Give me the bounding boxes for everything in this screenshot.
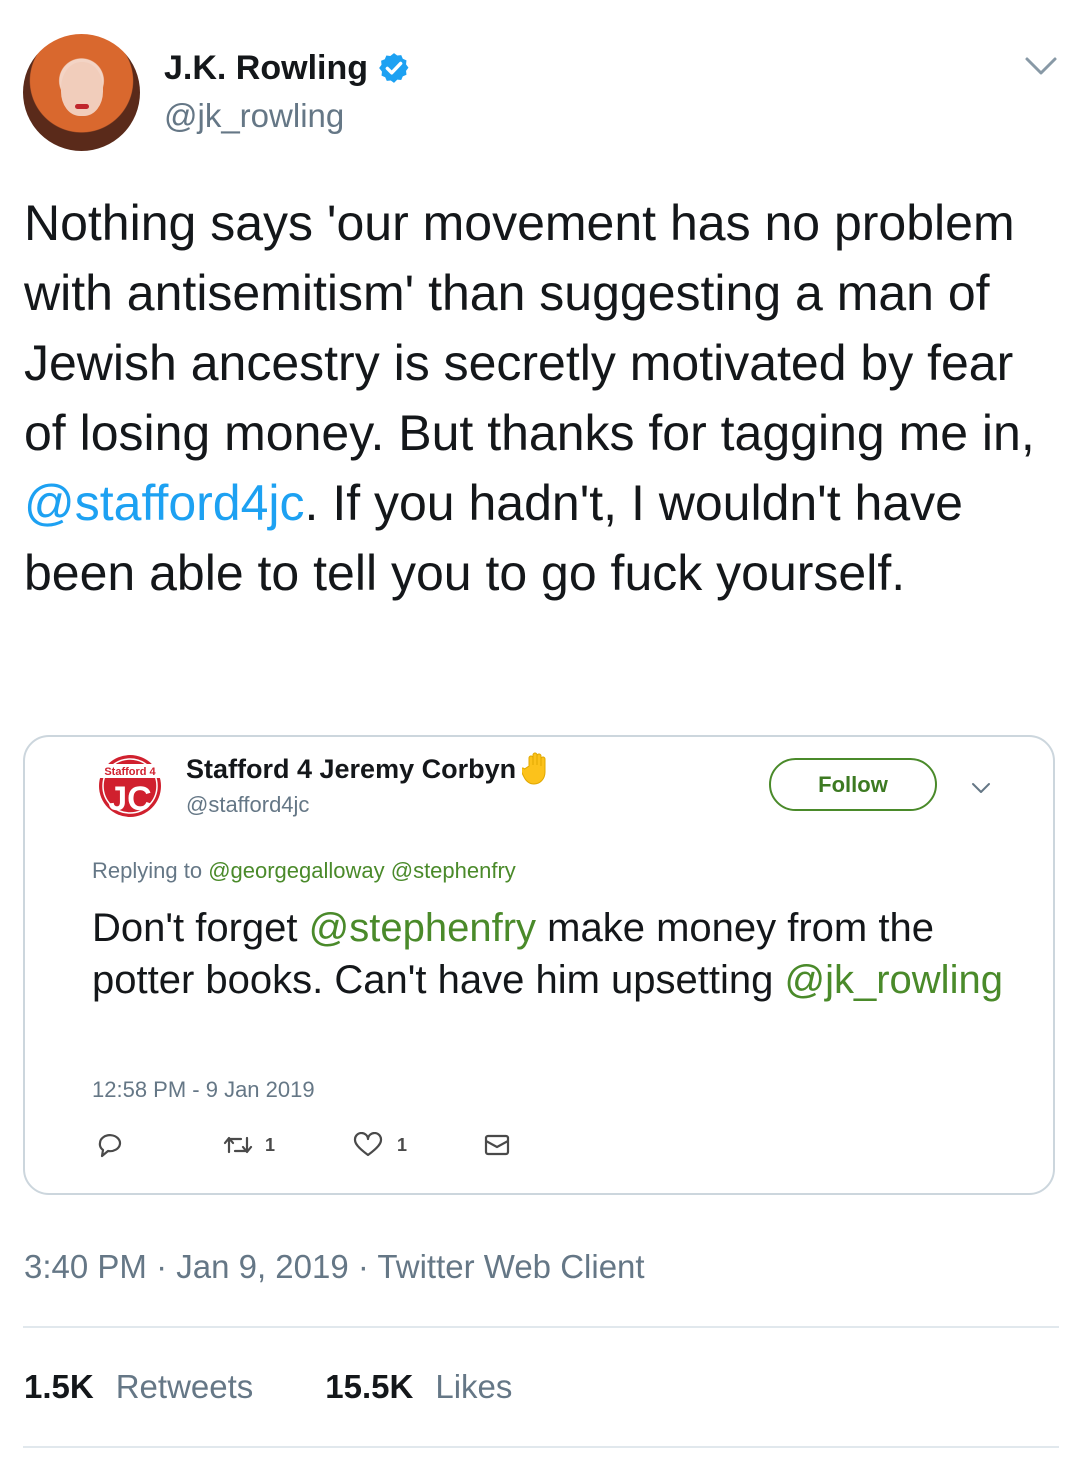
- retweets-count[interactable]: 1.5K: [24, 1367, 94, 1407]
- replying-to: Replying to @georgegalloway @stephenfry: [92, 858, 516, 884]
- author-handle[interactable]: @jk_rowling: [164, 96, 344, 136]
- raised-hand-emoji-icon: [522, 752, 546, 785]
- tweet-mention-link[interactable]: @stafford4jc: [24, 475, 305, 531]
- author-name-row: J.K. Rowling: [164, 47, 411, 89]
- embedded-retweet-action: 1: [221, 1132, 275, 1158]
- likes-count[interactable]: 15.5K: [325, 1367, 413, 1407]
- embedded-handle: @stafford4jc: [186, 792, 310, 817]
- embedded-mention-1: @stephenfry: [308, 906, 537, 950]
- embedded-name-row: Stafford 4 Jeremy Corbyn: [186, 752, 554, 786]
- retweets-label[interactable]: Retweets: [116, 1367, 254, 1407]
- embedded-message-action: [483, 1132, 511, 1158]
- replying-handles: @georgegalloway @stephenfry: [208, 858, 516, 883]
- embedded-like-count: 1: [397, 1134, 408, 1155]
- heart-icon: [353, 1132, 383, 1157]
- tweet-timestamp-source[interactable]: 3:40 PM · Jan 9, 2019 · Twitter Web Clie…: [24, 1247, 645, 1287]
- embedded-mention-2: @jk_rowling: [784, 958, 1003, 1002]
- tweet-text-part1: Nothing says 'our movement has no proble…: [24, 195, 1035, 461]
- embedded-text-part1: Don't forget: [92, 906, 309, 950]
- embedded-display-name: Stafford 4 Jeremy Corbyn: [186, 753, 517, 784]
- tweet-stats: 1.5K Retweets 15.5K Likes: [24, 1367, 512, 1407]
- likes-label[interactable]: Likes: [435, 1367, 512, 1407]
- replying-prefix: Replying to: [92, 858, 209, 883]
- embedded-timestamp: 12:58 PM - 9 Jan 2019: [92, 1077, 315, 1102]
- author-avatar[interactable]: [23, 34, 140, 151]
- divider-bottom: [23, 1446, 1059, 1448]
- stafford4jc-logo-icon: Stafford 4 JC: [92, 755, 168, 818]
- avatar-lips: [75, 104, 89, 109]
- embedded-like-action: 1: [353, 1132, 407, 1158]
- embedded-reply-action: [96, 1132, 124, 1158]
- tweet-text: Nothing says 'our movement has no proble…: [24, 188, 1064, 608]
- embedded-retweet-count: 1: [265, 1134, 276, 1155]
- embedded-chevron-down-icon: [972, 783, 990, 793]
- follow-button: Follow: [769, 758, 937, 811]
- author-display-name[interactable]: J.K. Rowling: [164, 47, 368, 89]
- verified-badge-icon: [379, 53, 409, 83]
- chevron-down-icon[interactable]: [1024, 54, 1058, 78]
- logo-small-text: Stafford 4: [104, 766, 156, 778]
- reply-icon: [98, 1134, 122, 1158]
- embedded-tweet-text: Don't forget @stephenfry make money from…: [92, 902, 1012, 1006]
- envelope-icon: [484, 1134, 510, 1156]
- divider-top: [23, 1326, 1059, 1328]
- logo-letters: JC: [108, 780, 151, 818]
- retweet-icon: [223, 1136, 253, 1154]
